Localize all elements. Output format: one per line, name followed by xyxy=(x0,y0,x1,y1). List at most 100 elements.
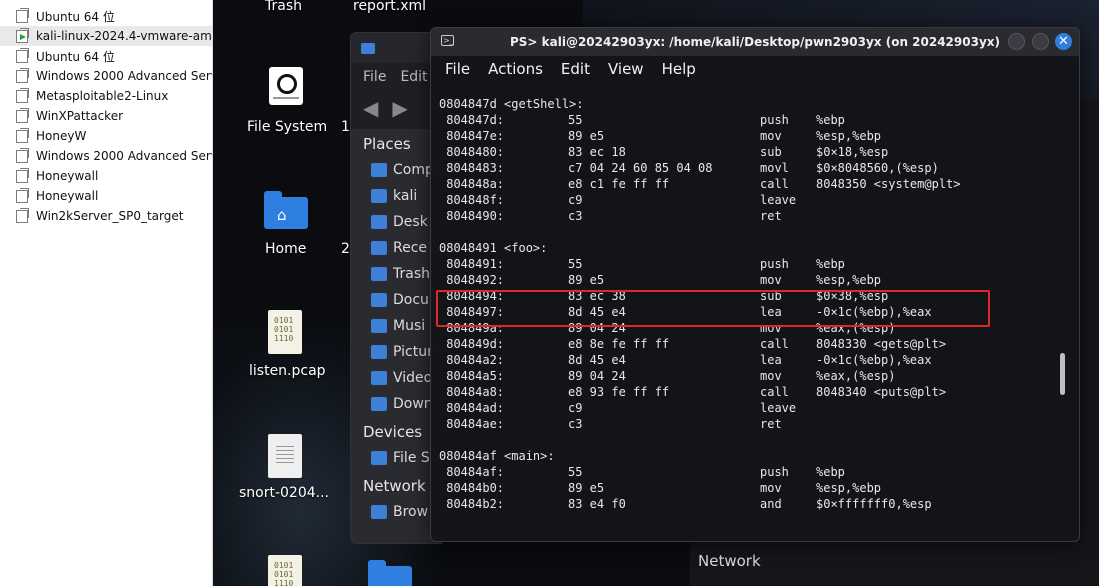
fm-sidebar-item[interactable]: Pictur xyxy=(351,339,441,365)
disasm-line: 8048491: 55 push %ebp xyxy=(431,256,1063,272)
fm-menu-file[interactable]: File xyxy=(363,69,386,85)
menu-file[interactable]: File xyxy=(445,60,470,78)
disasm-mnemonic: mov xyxy=(760,369,782,383)
scrollbar-thumb[interactable] xyxy=(1060,353,1065,395)
disasm-operand: %esp,%ebp xyxy=(816,481,882,495)
disasm-function-label: 080484af <main>: xyxy=(431,448,1063,464)
disasm-operand: %ebp xyxy=(816,257,845,271)
fm-titlebar[interactable] xyxy=(351,33,441,63)
disasm-line: 804848f: c9 leave xyxy=(431,192,1063,208)
fm-sidebar-item-label: Pictur xyxy=(393,344,433,360)
folder-icon[interactable] xyxy=(368,560,412,586)
folder-icon xyxy=(371,371,387,385)
vm-library-item[interactable]: Windows 2000 Advanced Serv xyxy=(0,146,212,166)
devices-header: Devices xyxy=(363,423,423,441)
close-button[interactable]: ✕ xyxy=(1055,33,1072,50)
minimize-button[interactable] xyxy=(1008,33,1025,50)
disasm-address: 80484a8: xyxy=(439,385,505,399)
desktop-icon-listen-label[interactable]: listen.pcap xyxy=(249,363,326,379)
fm-sidebar-item[interactable]: Rece xyxy=(351,235,441,261)
fm-sidebar-item[interactable]: Desk xyxy=(351,209,441,235)
desktop-icon-report-label[interactable]: report.xml xyxy=(353,0,426,14)
disasm-mnemonic: push xyxy=(760,257,789,271)
vm-icon xyxy=(16,47,29,63)
desktop-icon-home-label[interactable]: Home xyxy=(265,241,306,257)
disasm-address: 80484ad: xyxy=(439,401,505,415)
vm-library-item[interactable]: Ubuntu 64 位 xyxy=(0,46,212,66)
file-system-icon[interactable] xyxy=(269,67,303,105)
vm-library-item[interactable]: Metasploitable2-Linux xyxy=(0,86,212,106)
disasm-operand: %ebp xyxy=(816,465,845,479)
back-arrow-icon[interactable]: ◀ xyxy=(363,96,378,120)
fm-sidebar-item-label: Trash xyxy=(393,266,430,282)
disasm-bytes: 55 xyxy=(568,465,583,479)
vm-library-item[interactable]: Windows 2000 Advanced Serv xyxy=(0,66,212,86)
fm-sidebar-item[interactable]: Brow xyxy=(351,499,441,525)
vm-library-item-label: HoneyW xyxy=(36,129,87,143)
fm-sidebar-item-label: Rece xyxy=(393,240,428,256)
desktop-icon-snort-label[interactable]: snort-0204... xyxy=(239,485,329,501)
home-folder-icon[interactable]: ⌂ xyxy=(264,191,308,229)
disasm-line: 804847d: 55 push %ebp xyxy=(431,112,1063,128)
terminal-window[interactable]: >_ PS> kali@20242903yx: /home/kali/Deskt… xyxy=(430,27,1080,542)
menu-edit[interactable]: Edit xyxy=(561,60,590,78)
text-file-icon[interactable] xyxy=(268,434,302,478)
terminal-icon: >_ xyxy=(441,35,454,46)
menu-actions[interactable]: Actions xyxy=(488,60,543,78)
vm-library-item[interactable]: Honeywall xyxy=(0,186,212,206)
folder-icon xyxy=(371,293,387,307)
vm-library-item[interactable]: kali-linux-2024.4-vmware-amd xyxy=(0,26,212,46)
fm-sidebar-item[interactable]: Docu xyxy=(351,287,441,313)
folder-icon xyxy=(371,267,387,281)
disasm-mnemonic: leave xyxy=(760,401,797,415)
disasm-line xyxy=(431,432,1063,448)
disasm-bytes: 89 04 24 xyxy=(568,369,626,383)
fm-sidebar-item[interactable]: File S xyxy=(351,445,441,471)
network-header: Network xyxy=(363,477,426,495)
disasm-bytes: 89 e5 xyxy=(568,273,605,287)
desktop-icon-filesystem-label[interactable]: File System xyxy=(247,119,327,135)
menu-view[interactable]: View xyxy=(608,60,644,78)
disasm-line: 80484af: 55 push %ebp xyxy=(431,464,1063,480)
disasm-mnemonic: mov xyxy=(760,321,782,335)
fm-sidebar-item[interactable]: Musi xyxy=(351,313,441,339)
disasm-address: 80484b0: xyxy=(439,481,505,495)
disasm-bytes: e8 8e fe ff ff xyxy=(568,337,670,351)
vm-library-item[interactable]: WinXPattacker xyxy=(0,106,212,126)
menu-help[interactable]: Help xyxy=(662,60,696,78)
disasm-address: 8048497: xyxy=(439,305,505,319)
fm-sidebar-item[interactable]: Comp xyxy=(351,157,441,183)
disasm-address: 80484ae: xyxy=(439,417,505,431)
desktop-icon-trash-label[interactable]: Trash xyxy=(265,0,302,14)
vm-library-item[interactable]: HoneyW xyxy=(0,126,212,146)
pcap-file-icon[interactable]: 0101 0101 1110 xyxy=(268,310,302,354)
disasm-bytes: c3 xyxy=(568,417,583,431)
disasm-line: 804849d: e8 8e fe ff ff call 8048330 <gets@… xyxy=(431,336,1063,352)
terminal-titlebar[interactable]: >_ PS> kali@20242903yx: /home/kali/Deskt… xyxy=(431,28,1079,56)
disasm-line: 80484a2: 8d 45 e4 lea -0×1c(%ebp),%eax xyxy=(431,352,1063,368)
fm-sidebar-item[interactable]: kali xyxy=(351,183,441,209)
disasm-operand: $0×fffffff0,%esp xyxy=(816,497,932,511)
disasm-address: 8048483: xyxy=(439,161,505,175)
forward-arrow-icon[interactable]: ▶ xyxy=(392,96,407,120)
maximize-button[interactable] xyxy=(1032,33,1049,50)
vm-library-item[interactable]: Win2kServer_SP0_target xyxy=(0,206,212,226)
fm-sidebar-item[interactable]: Down xyxy=(351,391,441,417)
vm-icon xyxy=(16,187,29,203)
file-manager-window[interactable]: File Edit ◀ ▶ Places Comp kali Desk Rece Tras… xyxy=(350,32,442,544)
disasm-operand: $0×38,%esp xyxy=(816,289,889,303)
disasm-address: 8048494: xyxy=(439,289,505,303)
fm-menu-edit[interactable]: Edit xyxy=(400,69,427,85)
folder-icon xyxy=(371,319,387,333)
fm-sidebar-item[interactable]: Video xyxy=(351,365,441,391)
vm-library-item[interactable]: Ubuntu 64 位 xyxy=(0,6,212,26)
disasm-line: 80484b0: 89 e5 mov %esp,%ebp xyxy=(431,480,1063,496)
terminal-output[interactable]: 0804847d <getShell>: 804847d: 55 push %ebp … xyxy=(431,96,1063,541)
vm-library-item[interactable]: Honeywall xyxy=(0,166,212,186)
vm-library-item-label: Honeywall xyxy=(36,189,99,203)
folder-icon xyxy=(361,42,375,54)
disasm-function-label: 08048491 <foo>: xyxy=(431,240,1063,256)
fm-sidebar-item[interactable]: Trash xyxy=(351,261,441,287)
pcap-file-icon[interactable]: 0101 0101 1110 xyxy=(268,555,302,586)
disasm-address: 08048491 <foo>: xyxy=(439,241,548,255)
